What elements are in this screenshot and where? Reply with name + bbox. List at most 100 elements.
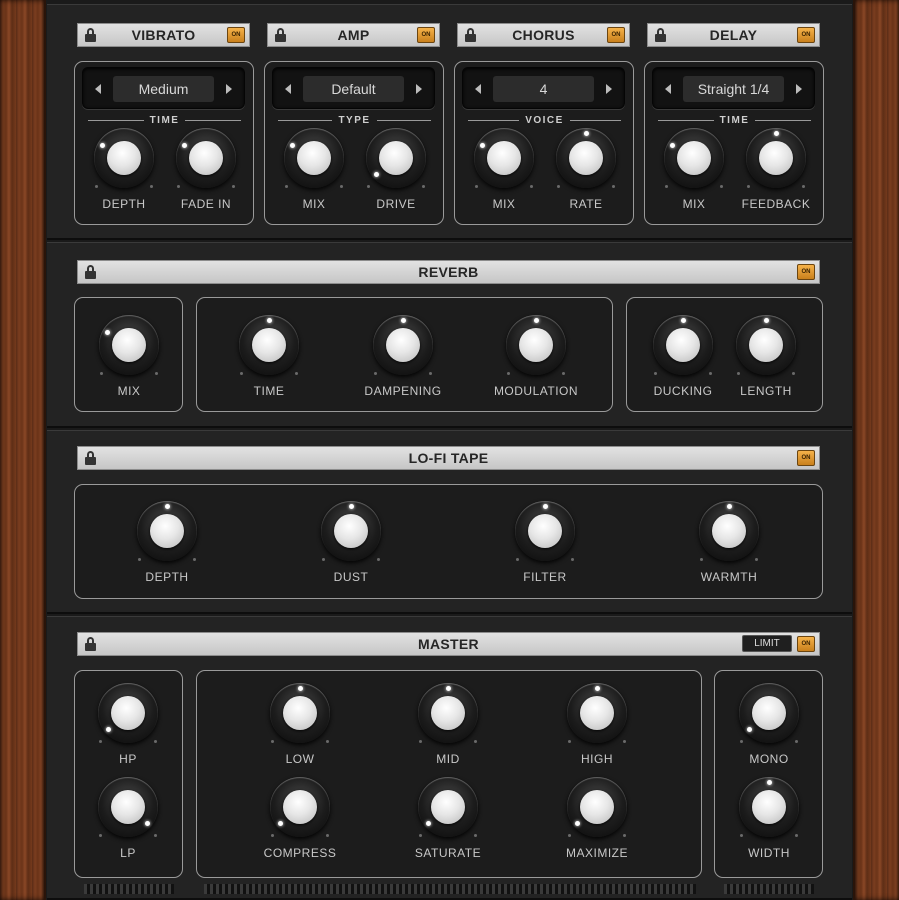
vibrato-titlebar: VIBRATO ON xyxy=(77,23,250,47)
reverb-power-button[interactable]: ON xyxy=(797,264,815,280)
lock-icon[interactable] xyxy=(465,28,476,42)
vibrato-power-button[interactable]: ON xyxy=(227,27,245,43)
delay-k1-knob[interactable] xyxy=(664,128,724,188)
arrow-right-icon[interactable] xyxy=(226,84,232,94)
master-2-knob-cap xyxy=(283,696,317,730)
master-2-knob[interactable] xyxy=(270,683,330,743)
vibrato-k2-knob[interactable] xyxy=(176,128,236,188)
lofi-2-knob[interactable] xyxy=(515,501,575,561)
reverb-3-knob[interactable] xyxy=(506,315,566,375)
master-7-knob[interactable] xyxy=(567,777,627,837)
arrow-right-icon[interactable] xyxy=(796,84,802,94)
master-9-knob-indicator xyxy=(766,779,772,785)
chorus-k1-knob[interactable] xyxy=(474,128,534,188)
divider-line xyxy=(376,119,431,121)
chorus-k2-max-tick xyxy=(612,185,615,188)
delay-selector[interactable]: Straight 1/4 xyxy=(652,67,815,109)
reverb-1-knob[interactable] xyxy=(239,315,299,375)
master-8-label: MONO xyxy=(749,752,789,766)
vibrato-k2-label: FADE IN xyxy=(180,197,232,211)
arrow-right-icon[interactable] xyxy=(606,84,612,94)
reverb-title: REVERB xyxy=(418,264,479,280)
master-9-knob-cap xyxy=(752,790,786,824)
reverb-5-knob-cap xyxy=(749,328,783,362)
master-4-label: HIGH xyxy=(581,752,613,766)
master-5-knob[interactable] xyxy=(270,777,330,837)
arrow-left-icon[interactable] xyxy=(665,84,671,94)
amp-k2-min-tick xyxy=(367,185,370,188)
reverb-3-min-tick xyxy=(507,372,510,375)
master-0-max-tick xyxy=(154,740,157,743)
master-0-knob[interactable] xyxy=(98,683,158,743)
master-4-knob[interactable] xyxy=(567,683,627,743)
divider-line xyxy=(468,119,520,121)
master-power-button[interactable]: ON xyxy=(797,636,815,652)
master-6-knob[interactable] xyxy=(418,777,478,837)
delay-k2-knob[interactable] xyxy=(746,128,806,188)
lock-icon[interactable] xyxy=(85,637,96,651)
limit-button[interactable]: LIMIT xyxy=(742,635,792,652)
reverb-0-knob[interactable] xyxy=(99,315,159,375)
lock-icon[interactable] xyxy=(85,28,96,42)
lofi-0-knob[interactable] xyxy=(137,501,197,561)
lock-icon[interactable] xyxy=(275,28,286,42)
delay-k1-knob-cap xyxy=(677,141,711,175)
divider-line xyxy=(755,119,812,121)
master-9-knob[interactable] xyxy=(739,777,799,837)
arrow-left-icon[interactable] xyxy=(95,84,101,94)
master-8-knob-cap xyxy=(752,696,786,730)
lofi-1-label: DUST xyxy=(333,570,369,584)
amp-selector[interactable]: Default xyxy=(272,67,435,109)
chorus-power-button[interactable]: ON xyxy=(607,27,625,43)
master-1-knob[interactable] xyxy=(98,777,158,837)
lofi-3-knob-indicator xyxy=(726,503,732,509)
amp-k2-knob[interactable] xyxy=(366,128,426,188)
master-8-min-tick xyxy=(740,740,743,743)
lofi-power-button[interactable]: ON xyxy=(797,450,815,466)
lofi-2-min-tick xyxy=(516,558,519,561)
arrow-left-icon[interactable] xyxy=(285,84,291,94)
reverb-4-max-tick xyxy=(709,372,712,375)
amp-k1-knob-cap xyxy=(297,141,331,175)
master-3-knob-indicator xyxy=(445,685,451,691)
delay-titlebar: DELAY ON xyxy=(647,23,820,47)
lofi-0-max-tick xyxy=(193,558,196,561)
delay-power-button[interactable]: ON xyxy=(797,27,815,43)
arrow-right-icon[interactable] xyxy=(416,84,422,94)
amp-titlebar: AMP ON xyxy=(267,23,440,47)
master-3-knob[interactable] xyxy=(418,683,478,743)
amp-k1-knob[interactable] xyxy=(284,128,344,188)
master-6-knob-cap xyxy=(431,790,465,824)
lock-icon[interactable] xyxy=(85,265,96,279)
vibrato-selector[interactable]: Medium xyxy=(82,67,245,109)
lofi-titlebar: LO-FI TAPE ON xyxy=(77,446,820,470)
reverb-3-knob-cap xyxy=(519,328,553,362)
master-7-knob-cap xyxy=(580,790,614,824)
lock-icon[interactable] xyxy=(85,451,96,465)
lofi-1-max-tick xyxy=(377,558,380,561)
lock-icon[interactable] xyxy=(655,28,666,42)
reverb-1-label: TIME xyxy=(253,384,285,398)
lock-body xyxy=(465,34,476,42)
reverb-2-min-tick xyxy=(374,372,377,375)
vibrato-group-label-text: TIME xyxy=(149,114,180,126)
master-1-label: LP xyxy=(120,846,136,860)
chorus-selector[interactable]: 4 xyxy=(462,67,625,109)
lofi-3-knob[interactable] xyxy=(699,501,759,561)
lofi-1-knob[interactable] xyxy=(321,501,381,561)
master-title: MASTER xyxy=(418,636,479,652)
amp-power-button[interactable]: ON xyxy=(417,27,435,43)
reverb-4-knob[interactable] xyxy=(653,315,713,375)
reverb-2-knob[interactable] xyxy=(373,315,433,375)
lofi-3-knob-cap xyxy=(712,514,746,548)
lofi-1-knob-cap xyxy=(334,514,368,548)
vibrato-k1-knob[interactable] xyxy=(94,128,154,188)
master-9-label: WIDTH xyxy=(748,846,790,860)
lofi-2-knob-indicator xyxy=(542,503,548,509)
chorus-k2-knob[interactable] xyxy=(556,128,616,188)
reverb-5-knob[interactable] xyxy=(736,315,796,375)
arrow-left-icon[interactable] xyxy=(475,84,481,94)
lock-body xyxy=(85,34,96,42)
master-8-knob[interactable] xyxy=(739,683,799,743)
reverb-3-label: MODULATION xyxy=(493,384,579,398)
